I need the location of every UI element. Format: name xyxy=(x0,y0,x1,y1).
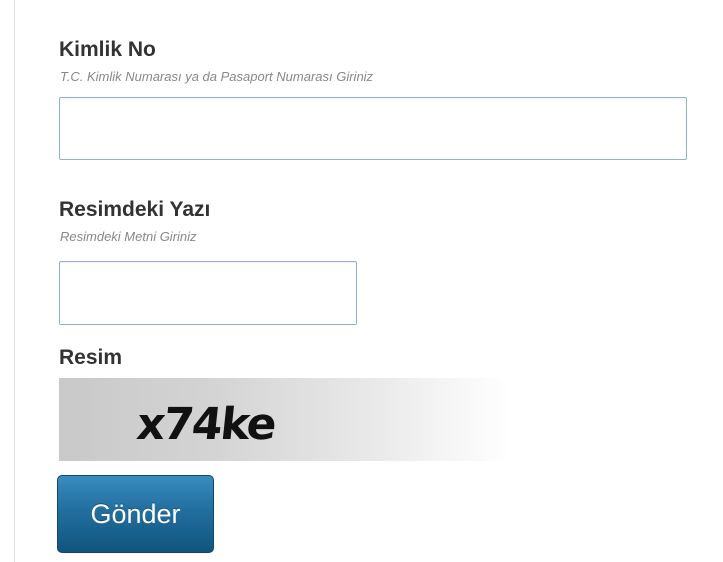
login-form-page: Kimlik No T.C. Kimlik Numarası ya da Pas… xyxy=(0,0,723,562)
captcha-image: x74ke xyxy=(59,378,509,461)
captcha-text-label: Resimdeki Yazı xyxy=(59,198,211,221)
captcha-image-label: Resim xyxy=(59,346,123,369)
kimlik-no-label: Kimlik No xyxy=(59,38,156,61)
captcha-text-hint: Resimdeki Metni Giriniz xyxy=(60,229,197,244)
captcha-input[interactable] xyxy=(59,261,357,325)
page-left-border xyxy=(14,0,15,562)
captcha-image-text: x74ke xyxy=(134,399,278,450)
submit-button[interactable]: Gönder xyxy=(57,475,214,553)
kimlik-no-input[interactable] xyxy=(59,97,687,160)
kimlik-no-hint: T.C. Kimlik Numarası ya da Pasaport Numa… xyxy=(60,69,374,84)
